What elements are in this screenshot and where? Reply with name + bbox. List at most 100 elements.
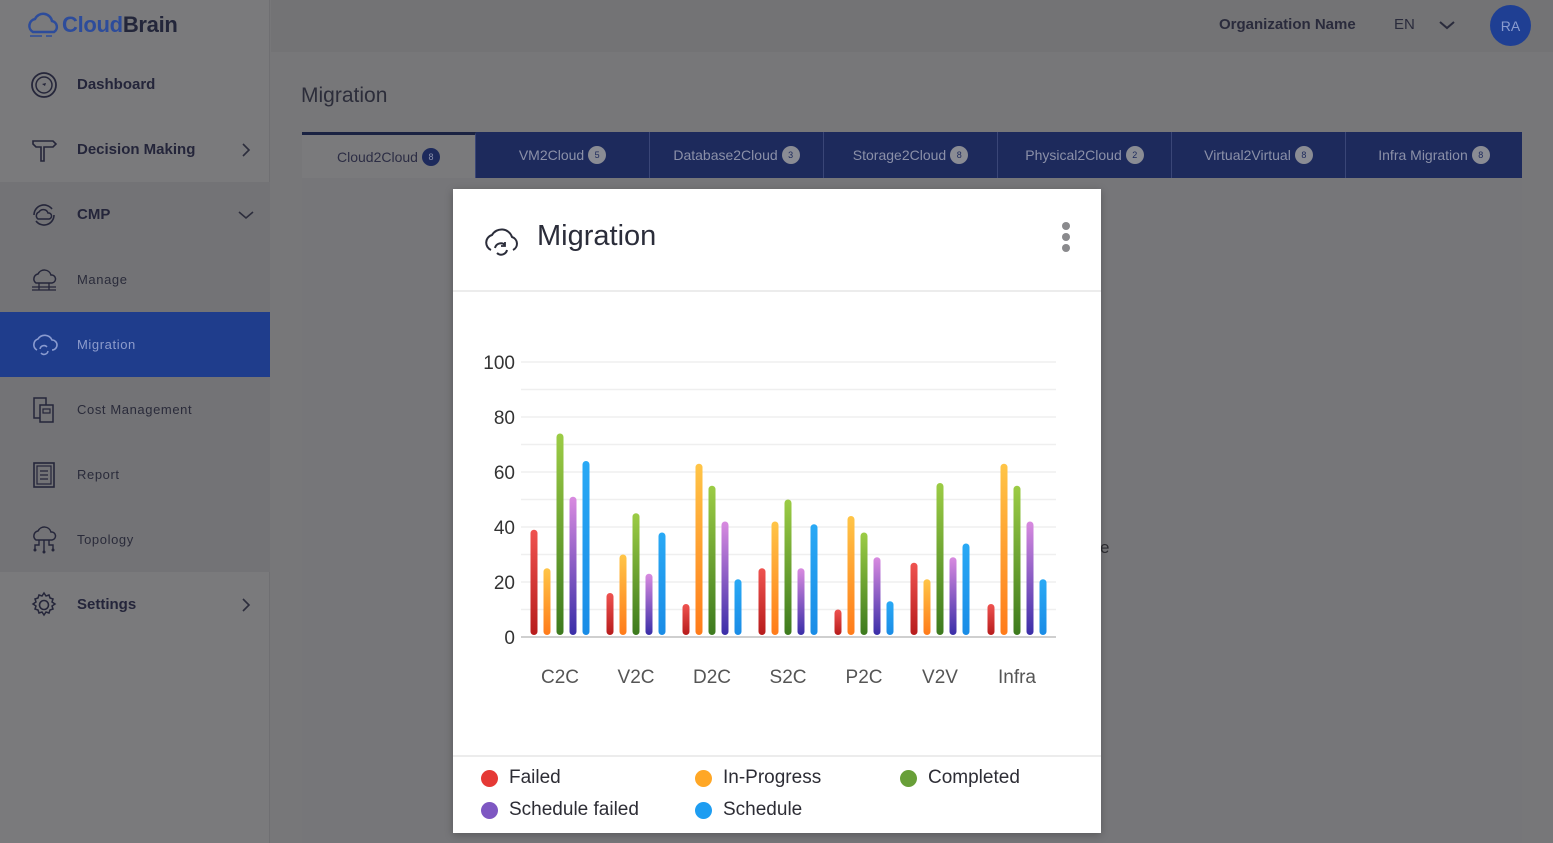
x-tick-label: P2C [846, 667, 883, 688]
bar-d2c-failed [682, 604, 690, 635]
sidebar-item-settings[interactable]: Settings [0, 572, 270, 637]
top-bar [271, 0, 1553, 52]
language-selector[interactable]: EN [1394, 16, 1415, 33]
bar-p2c-schedule-failed [873, 557, 881, 635]
tab-storage2cloud[interactable]: Storage2Cloud 8 [824, 132, 998, 178]
bar-c2c-schedule [582, 461, 590, 635]
legend-dot [695, 769, 712, 787]
x-tick-label: C2C [541, 667, 579, 688]
tab-cloud2cloud[interactable]: Cloud2Cloud 8 [302, 132, 476, 178]
chevron-down-icon[interactable] [236, 205, 256, 225]
bar-s2c-failed [758, 568, 766, 635]
migration-bar-chart: 0 20 40 60 80 100 C2C V2C D2C S2C P2C V2V Infra [483, 353, 1056, 688]
clipboard-report-icon [28, 459, 60, 491]
tab-physical2cloud[interactable]: Physical2Cloud 2 [998, 132, 1172, 178]
x-tick-label: S2C [770, 667, 807, 688]
bar-v2c-schedule [658, 532, 666, 635]
chevron-right-icon[interactable] [236, 595, 256, 615]
bar-v2c-in-progress [619, 554, 627, 635]
signpost-icon [28, 134, 60, 166]
tab-infra-migration[interactable]: Infra Migration 8 [1346, 132, 1522, 178]
bar-c2c-failed [530, 529, 538, 635]
bar-infra-completed [1013, 485, 1021, 635]
bar-c2c-completed [556, 433, 564, 635]
tab-vm2cloud[interactable]: VM2Cloud 5 [476, 132, 650, 178]
chart-bars [530, 433, 1047, 635]
page-title: Migration [301, 84, 388, 107]
legend-dot [900, 769, 917, 787]
x-tick-label: V2C [618, 667, 655, 688]
x-tick-label: V2V [922, 667, 958, 688]
legend-item-completed[interactable]: Completed [900, 767, 1020, 789]
legend-item-failed[interactable]: Failed [481, 767, 561, 789]
bar-p2c-schedule [886, 601, 894, 635]
sidebar-item-manage[interactable]: Manage [0, 247, 270, 312]
background-text-fragment: e [1100, 538, 1110, 557]
legend-dot [695, 801, 712, 819]
sidebar-item-cost-management[interactable]: Cost Management [0, 377, 270, 442]
sidebar-item-topology[interactable]: Topology [0, 507, 270, 572]
sidebar-item-label: Cost Management [77, 402, 193, 417]
tab-virtual2virtual[interactable]: Virtual2Virtual 8 [1172, 132, 1346, 178]
sidebar-item-label: Decision Making [77, 141, 196, 158]
y-tick-label: 0 [504, 628, 515, 649]
bar-s2c-schedule [810, 524, 818, 635]
bar-d2c-schedule [734, 579, 742, 635]
chevron-down-icon[interactable] [1436, 14, 1458, 36]
bar-infra-schedule [1039, 579, 1047, 635]
card-title: Migration [537, 220, 657, 252]
dashboard-gauge-icon [28, 69, 60, 101]
legend-item-schedule-failed[interactable]: Schedule failed [481, 799, 639, 821]
bar-infra-schedule-failed [1026, 521, 1034, 635]
tab-count-badge: 2 [1125, 146, 1144, 164]
legend-item-schedule[interactable]: Schedule [695, 799, 802, 821]
bar-p2c-in-progress [847, 516, 855, 635]
tab-label: VM2Cloud [518, 147, 585, 163]
tab-count-badge: 3 [781, 146, 800, 164]
bar-v2c-schedule-failed [645, 573, 653, 635]
sidebar-item-report[interactable]: Report [0, 442, 270, 507]
sidebar-item-label: Dashboard [77, 76, 156, 93]
bar-s2c-schedule-failed [797, 568, 805, 635]
sidebar-item-label: Manage [77, 272, 128, 287]
bar-d2c-in-progress [695, 463, 703, 635]
sidebar-item-label: Report [77, 467, 120, 482]
gear-icon [28, 589, 60, 621]
tab-label: Virtual2Virtual [1204, 147, 1291, 163]
migration-chart-card: Migration 0 20 40 60 80 100 C2C V2C D2C S2C P2C V2… [453, 189, 1101, 833]
sidebar-item-label: Topology [77, 532, 134, 547]
x-tick-label: Infra [998, 667, 1036, 688]
bar-v2v-schedule-failed [949, 557, 957, 635]
y-tick-label: 20 [494, 573, 515, 594]
kebab-menu-icon[interactable] [1057, 222, 1075, 258]
cloud-network-icon [28, 264, 60, 296]
tab-label: Physical2Cloud [1025, 147, 1122, 163]
user-avatar[interactable]: RA [1490, 5, 1531, 46]
cost-documents-icon [28, 394, 60, 426]
x-tick-label: D2C [693, 667, 731, 688]
sidebar-item-decision-making[interactable]: Decision Making [0, 117, 270, 182]
sidebar-item-dashboard[interactable]: Dashboard [0, 52, 270, 117]
y-tick-label: 60 [494, 463, 515, 484]
bar-v2v-schedule [962, 543, 970, 635]
tab-database2cloud[interactable]: Database2Cloud 3 [650, 132, 824, 178]
legend-item-in-progress[interactable]: In-Progress [695, 767, 821, 789]
tab-count-badge: 8 [1471, 146, 1490, 164]
card-header: Migration [453, 189, 1101, 292]
bar-infra-in-progress [1000, 463, 1008, 635]
cloudbrain-logo[interactable]: CloudBrain [26, 8, 178, 42]
bar-p2c-completed [860, 532, 868, 635]
chevron-right-icon[interactable] [236, 140, 256, 160]
bar-v2c-failed [606, 593, 614, 635]
cloud-logo-icon [28, 12, 59, 37]
organization-name[interactable]: Organization Name [1219, 16, 1356, 33]
sidebar-item-label: CMP [77, 206, 111, 223]
legend-dot [481, 801, 498, 819]
sidebar-item-cmp[interactable]: CMP [0, 182, 270, 247]
bar-v2v-failed [910, 562, 918, 635]
sidebar-item-label: Migration [77, 337, 136, 352]
tab-label: Infra Migration [1378, 147, 1468, 163]
bar-v2v-completed [936, 483, 944, 635]
bar-c2c-schedule-failed [569, 496, 577, 635]
sidebar-item-migration[interactable]: Migration [0, 312, 270, 377]
